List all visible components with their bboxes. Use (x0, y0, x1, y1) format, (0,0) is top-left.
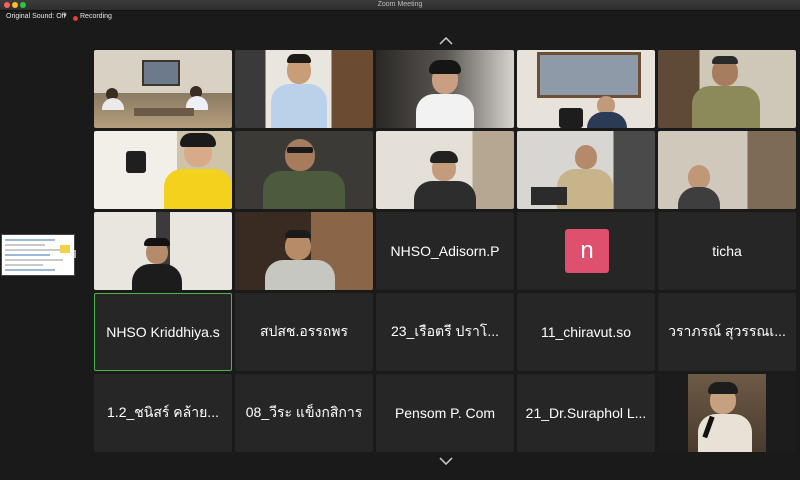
participant-tile[interactable]: ticha (658, 212, 796, 290)
participant-name: วราภรณ์ สุวรรณเ... (668, 323, 786, 339)
video-tile[interactable] (658, 131, 796, 209)
window-title: Zoom Meeting (377, 1, 423, 8)
participant-name: ticha (712, 243, 742, 259)
video-tile[interactable] (658, 374, 796, 452)
video-tile[interactable] (94, 212, 232, 290)
participant-name: NHSO Kriddhiya.s (106, 324, 220, 340)
video-tile[interactable] (517, 50, 655, 128)
participant-name: สปสช.อรรถพร (259, 323, 349, 339)
video-tile[interactable] (376, 131, 514, 209)
chevron-down-icon[interactable]: ▼ (62, 13, 68, 19)
page-up-button[interactable] (436, 36, 456, 46)
participant-tile[interactable]: 1.2_ชนิสร์ คล้าย... (94, 374, 232, 452)
participant-name: NHSO_Adisorn.P (390, 243, 500, 259)
title-bar: Zoom Meeting (0, 0, 800, 11)
participant-name: Pensom P. Com (394, 405, 496, 421)
participant-tile[interactable]: NHSO_Adisorn.P (376, 212, 514, 290)
screen-share-thumbnail[interactable] (1, 234, 75, 276)
participant-name: 08_วีระ แข็งกสิการ (245, 404, 363, 420)
participant-name: 21_Dr.Suraphol L... (525, 405, 647, 421)
video-tile[interactable] (94, 50, 232, 128)
participant-tile[interactable]: 23_เรือตรี ปราโ... (376, 293, 514, 371)
video-tile[interactable] (517, 131, 655, 209)
participant-tile[interactable]: 21_Dr.Suraphol L... (517, 374, 655, 452)
video-tile[interactable] (235, 50, 373, 128)
participant-tile[interactable]: สปสช.อรรถพร (235, 293, 373, 371)
participant-name: 11_chiravut.so (540, 324, 631, 340)
recording-label: Recording (80, 13, 112, 20)
video-tile[interactable] (376, 50, 514, 128)
thumbnail-drag-handle[interactable] (74, 250, 76, 258)
participant-tile[interactable]: 11_chiravut.so (517, 293, 655, 371)
participant-tile-active-speaker[interactable]: NHSO Kriddhiya.s (94, 293, 232, 371)
participant-tile[interactable]: วราภรณ์ สุวรรณเ... (658, 293, 796, 371)
participant-tile[interactable]: 08_วีระ แข็งกสิการ (235, 374, 373, 452)
participant-name: 23_เรือตรี ปราโ... (390, 323, 500, 339)
chevron-down-icon (439, 457, 453, 465)
meeting-toolbar: Original Sound: Off ▼ Recording (0, 11, 800, 25)
video-tile[interactable] (94, 131, 232, 209)
video-tile[interactable] (235, 131, 373, 209)
participant-name: 1.2_ชนิสร์ คล้าย... (107, 404, 219, 420)
participant-avatar: n (565, 229, 609, 273)
chevron-up-icon (439, 37, 453, 45)
recording-icon (73, 16, 78, 21)
participant-tile[interactable]: n (517, 212, 655, 290)
video-tile[interactable] (235, 212, 373, 290)
participant-tile[interactable]: Pensom P. Com (376, 374, 514, 452)
page-down-button[interactable] (436, 456, 456, 466)
original-sound-toggle[interactable]: Original Sound: Off (6, 13, 65, 20)
gallery-grid: NHSO_Adisorn.P n ticha NHSO Kriddhiya.s … (94, 50, 799, 455)
video-tile[interactable] (658, 50, 796, 128)
